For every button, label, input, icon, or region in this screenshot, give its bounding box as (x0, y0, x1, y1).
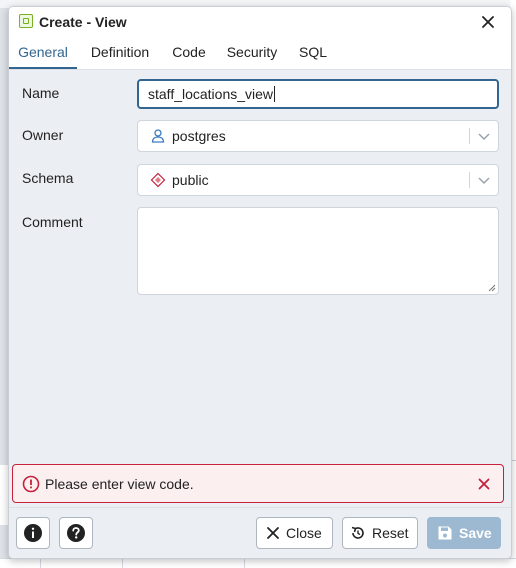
chevron-down-icon[interactable] (476, 128, 492, 144)
tab-definition[interactable]: Definition (81, 37, 159, 68)
owner-label: Owner (22, 127, 64, 143)
close-icon (482, 16, 494, 28)
error-icon (22, 475, 40, 493)
close-button-label: Close (286, 525, 322, 541)
schema-select-value: public (172, 172, 209, 188)
view-icon (19, 14, 33, 28)
chevron-down-icon[interactable] (476, 172, 492, 188)
comment-textarea[interactable] (137, 207, 499, 295)
reset-button-label: Reset (372, 525, 409, 541)
select-separator (469, 172, 470, 188)
close-icon (267, 527, 279, 539)
background-panel-left (0, 465, 8, 525)
schema-select[interactable]: public (137, 164, 499, 196)
dismiss-error-button[interactable] (476, 476, 492, 492)
dialog-footer: Close Reset Save (9, 507, 511, 558)
owner-select-value: postgres (172, 128, 226, 144)
save-button[interactable]: Save (427, 517, 501, 549)
schema-icon (150, 172, 166, 188)
reset-button[interactable]: Reset (342, 517, 418, 549)
help-button[interactable] (59, 517, 93, 549)
name-label: Name (22, 85, 60, 101)
resize-handle-icon[interactable] (488, 284, 496, 292)
tab-code[interactable]: Code (165, 37, 213, 68)
create-view-dialog: Create - View General Definition Code Se… (8, 6, 512, 559)
schema-label: Schema (22, 170, 74, 186)
save-button-label: Save (459, 525, 492, 541)
owner-select[interactable]: postgres (137, 120, 499, 152)
error-message-text: Please enter view code. (45, 476, 194, 492)
info-icon (24, 524, 42, 542)
dialog-titlebar: Create - View (9, 7, 511, 37)
tab-sql[interactable]: SQL (293, 37, 333, 68)
text-caret (274, 86, 276, 102)
comment-label: Comment (22, 214, 83, 230)
name-input-value: staff_locations_view (148, 86, 274, 102)
dialog-title: Create - View (39, 14, 127, 30)
tab-security[interactable]: Security (221, 37, 283, 68)
close-dialog-button[interactable] (478, 12, 498, 32)
user-icon (151, 129, 165, 143)
tab-bar: General Definition Code Security SQL (9, 37, 511, 70)
name-input[interactable]: staff_locations_view (137, 79, 499, 109)
select-separator (469, 128, 470, 144)
reset-icon (351, 526, 364, 539)
help-icon (67, 524, 85, 542)
tab-general[interactable]: General (9, 37, 77, 69)
save-icon (438, 526, 452, 540)
close-button[interactable]: Close (256, 517, 333, 549)
info-button[interactable] (16, 517, 50, 549)
error-message-bar: Please enter view code. (12, 464, 504, 503)
